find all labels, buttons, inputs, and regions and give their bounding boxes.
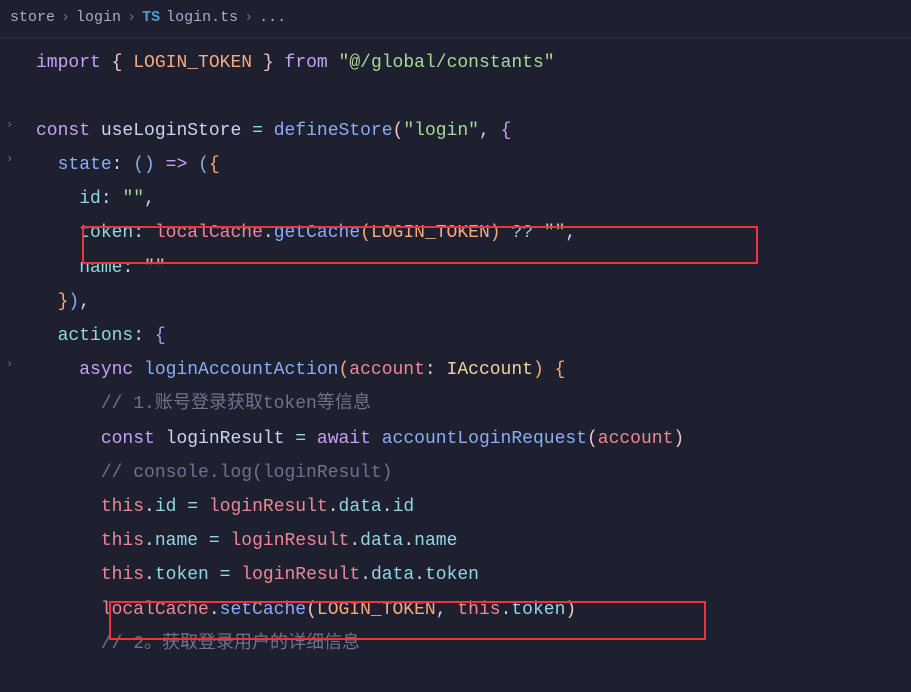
- function-call: defineStore: [274, 121, 393, 141]
- code-line[interactable]: id: "",: [8, 182, 911, 216]
- typescript-icon: TS: [142, 4, 160, 33]
- type: IAccount: [447, 360, 533, 380]
- fold-icon[interactable]: ›: [6, 353, 13, 376]
- code-line[interactable]: this.id = loginResult.data.id: [8, 490, 911, 524]
- string: "@/global/constants": [339, 53, 555, 73]
- chevron-right-icon: ›: [61, 4, 70, 33]
- code-line[interactable]: // 2。获取登录用户的详细信息: [8, 627, 911, 661]
- comment: // console.log(loginResult): [101, 463, 393, 483]
- keyword-import: import: [36, 53, 101, 73]
- string: "": [122, 189, 144, 209]
- const: LOGIN_TOKEN: [371, 223, 490, 243]
- this: this: [101, 531, 144, 551]
- variable: loginResult: [241, 565, 360, 585]
- property: name: [79, 258, 122, 278]
- property: token: [511, 600, 565, 620]
- string: "": [544, 223, 566, 243]
- property: name: [155, 531, 198, 551]
- variable: loginResult: [166, 429, 285, 449]
- brace: }: [263, 53, 274, 73]
- property: data: [339, 497, 382, 517]
- code-line[interactable]: this.token = loginResult.data.token: [8, 558, 911, 592]
- code-editor[interactable]: import { LOGIN_TOKEN } from "@/global/co…: [0, 38, 911, 661]
- breadcrumb-symbol[interactable]: ...: [259, 4, 286, 33]
- code-line[interactable]: › state: () => ({: [8, 148, 911, 182]
- brace: {: [112, 53, 123, 73]
- fold-icon[interactable]: ›: [6, 114, 13, 137]
- code-line[interactable]: this.name = loginResult.data.name: [8, 524, 911, 558]
- operator: =: [252, 121, 263, 141]
- property: token: [79, 223, 133, 243]
- property: data: [371, 565, 414, 585]
- keyword-const: const: [36, 121, 90, 141]
- property: token: [155, 565, 209, 585]
- const: LOGIN_TOKEN: [317, 600, 436, 620]
- breadcrumb-login[interactable]: login: [76, 4, 121, 33]
- property: id: [155, 497, 177, 517]
- code-line[interactable]: }),: [8, 285, 911, 319]
- code-line[interactable]: token: localCache.getCache(LOGIN_TOKEN) …: [8, 216, 911, 250]
- chevron-right-icon: ›: [127, 4, 136, 33]
- const-token: LOGIN_TOKEN: [133, 53, 252, 73]
- keyword-from: from: [285, 53, 328, 73]
- code-line[interactable]: // console.log(loginResult): [8, 456, 911, 490]
- property: token: [425, 565, 479, 585]
- method: setCache: [220, 600, 306, 620]
- variable: loginResult: [209, 497, 328, 517]
- property: id: [393, 497, 415, 517]
- comment: // 1.账号登录获取token等信息: [101, 394, 371, 414]
- breadcrumb[interactable]: store › login › TS login.ts › ...: [0, 0, 911, 38]
- parameter: account: [349, 360, 425, 380]
- code-line[interactable]: name: "": [8, 251, 911, 285]
- breadcrumb-store[interactable]: store: [10, 4, 55, 33]
- property: state: [58, 155, 112, 175]
- code-line[interactable]: const loginResult = await accountLoginRe…: [8, 422, 911, 456]
- comment: // 2。获取登录用户的详细信息: [101, 634, 360, 654]
- this: this: [101, 565, 144, 585]
- property: actions: [58, 326, 134, 346]
- code-line[interactable]: // 1.账号登录获取token等信息: [8, 387, 911, 421]
- code-line[interactable]: ›const useLoginStore = defineStore("logi…: [8, 114, 911, 148]
- fold-icon[interactable]: ›: [6, 148, 13, 171]
- this: this: [457, 600, 500, 620]
- code-line[interactable]: import { LOGIN_TOKEN } from "@/global/co…: [8, 46, 911, 80]
- code-line[interactable]: [8, 80, 911, 114]
- code-line[interactable]: actions: {: [8, 319, 911, 353]
- breadcrumb-file[interactable]: login.ts: [166, 4, 238, 33]
- method: loginAccountAction: [144, 360, 338, 380]
- variable: localCache: [101, 600, 209, 620]
- keyword: await: [317, 429, 371, 449]
- arg: account: [598, 429, 674, 449]
- variable: loginResult: [231, 531, 350, 551]
- chevron-right-icon: ›: [244, 4, 253, 33]
- keyword: const: [101, 429, 155, 449]
- this: this: [101, 497, 144, 517]
- identifier: useLoginStore: [101, 121, 241, 141]
- code-line[interactable]: localCache.setCache(LOGIN_TOKEN, this.to…: [8, 593, 911, 627]
- string: "login": [403, 121, 479, 141]
- function: accountLoginRequest: [382, 429, 587, 449]
- variable: localCache: [155, 223, 263, 243]
- property: name: [414, 531, 457, 551]
- property: id: [79, 189, 101, 209]
- property: data: [360, 531, 403, 551]
- string: "": [144, 258, 166, 278]
- operator: ??: [511, 223, 533, 243]
- code-line[interactable]: › async loginAccountAction(account: IAcc…: [8, 353, 911, 387]
- method: getCache: [274, 223, 360, 243]
- keyword: async: [79, 360, 133, 380]
